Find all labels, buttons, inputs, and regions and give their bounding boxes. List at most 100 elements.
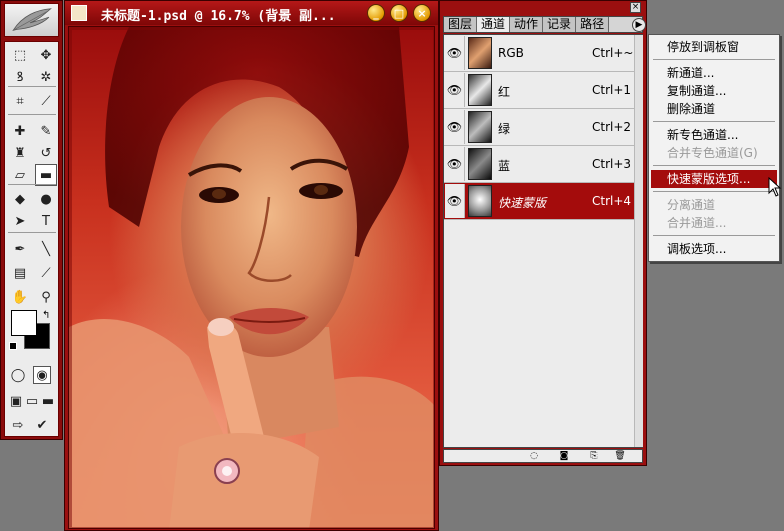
crop-tool-icon[interactable]: ⌗: [9, 90, 31, 112]
healing-brush-tool-icon[interactable]: ✚: [9, 120, 31, 142]
channel-name: 快速蒙版: [498, 196, 547, 210]
channel-row-quick-mask[interactable]: 👁 快速蒙版 Ctrl+4: [444, 183, 634, 220]
tab-actions[interactable]: 动作: [510, 17, 544, 32]
channel-row-blue[interactable]: 👁 蓝 Ctrl+3: [444, 146, 634, 183]
document-title: 未标题-1.psd @ 16.7% (背景 副...: [101, 9, 336, 24]
toolbox-palette: ⬚ ✥ ꝸ ✲ ⌗ ⟋ ✚ ✎ ♜ ↺ ▱ ▬ ◆ ● ➤ T ✒ ╲ ▤ ⟋ ✋ ⚲ ↰ ◯ ◉ ▣ ▭ ▬ ⇨ ✔: [0, 0, 63, 440]
visibility-eye-icon[interactable]: 👁: [445, 110, 465, 144]
edit-in-imageready-icon[interactable]: ✔: [33, 416, 51, 434]
document-icon: [71, 5, 87, 21]
panel-tabs: 图层 通道 动作 记录 路径: [443, 16, 643, 33]
panel-close-icon[interactable]: ×: [630, 2, 641, 13]
standard-mode-icon[interactable]: ◯: [9, 366, 27, 384]
lasso-tool-icon[interactable]: ꝸ: [9, 66, 31, 88]
swap-colors-icon[interactable]: ↰: [42, 310, 50, 321]
zoom-tool-icon[interactable]: ⚲: [35, 286, 57, 308]
channel-thumbnail: [468, 74, 492, 106]
portrait-image: [69, 27, 434, 528]
channel-thumbnail: [468, 111, 492, 143]
marquee-tool-icon[interactable]: ⬚: [9, 44, 31, 66]
channel-shortcut: Ctrl+4: [592, 194, 632, 208]
channel-shortcut: Ctrl+1: [592, 83, 632, 97]
foreground-color-swatch[interactable]: [11, 310, 37, 336]
menu-item[interactable]: 复制通道...: [651, 82, 777, 100]
minimize-button[interactable]: _: [367, 4, 385, 22]
menu-item[interactable]: 快速蒙版选项...: [651, 170, 777, 188]
magic-wand-tool-icon[interactable]: ✲: [35, 66, 57, 88]
channel-thumbnail: [468, 185, 492, 217]
visibility-eye-icon[interactable]: 👁: [445, 147, 465, 181]
tool-separator: [8, 86, 56, 87]
document-titlebar[interactable]: 未标题-1.psd @ 16.7% (背景 副... _ □ ×: [65, 1, 438, 25]
visibility-eye-icon[interactable]: 👁: [445, 73, 465, 107]
save-selection-icon[interactable]: ◙: [558, 451, 570, 462]
hand-tool-icon[interactable]: ✋: [9, 286, 31, 308]
menu-item: 合并专色通道(G): [667, 146, 758, 160]
menu-item[interactable]: 新专色通道...: [651, 126, 777, 144]
path-selection-tool-icon[interactable]: ➤: [9, 210, 31, 232]
blur-tool-icon[interactable]: ◆: [9, 188, 31, 210]
menu-item[interactable]: 删除通道: [651, 100, 777, 118]
channel-row-rgb[interactable]: 👁 RGB Ctrl+~: [444, 35, 634, 72]
visibility-eye-icon[interactable]: 👁: [445, 184, 465, 218]
menu-separator: [653, 121, 775, 122]
close-button[interactable]: ×: [413, 4, 431, 22]
document-window: 未标题-1.psd @ 16.7% (背景 副... _ □ ×: [64, 0, 439, 531]
new-channel-icon[interactable]: ⎘: [588, 451, 600, 462]
feather-logo[interactable]: [4, 3, 59, 37]
channel-name: 蓝: [498, 159, 511, 173]
dodge-tool-icon[interactable]: ●: [35, 188, 57, 210]
menu-item: 分离通道: [667, 198, 716, 212]
menu-item[interactable]: 调板选项...: [651, 240, 777, 258]
image-canvas[interactable]: [68, 26, 435, 529]
menu-item[interactable]: 新通道...: [651, 64, 777, 82]
delete-channel-icon[interactable]: 🗑: [614, 451, 626, 462]
channel-thumbnail: [468, 148, 492, 180]
channels-panel: × 图层 通道 动作 记录 路径 ▶ 👁 RGB Ctrl+~ 👁 红 Ctrl…: [439, 0, 647, 466]
panel-titlebar[interactable]: [440, 1, 646, 15]
eyedropper-tool-icon[interactable]: ⟋: [35, 262, 57, 284]
visibility-eye-icon[interactable]: 👁: [445, 36, 465, 70]
tool-grid: ⬚ ✥ ꝸ ✲ ⌗ ⟋ ✚ ✎ ♜ ↺ ▱ ▬ ◆ ● ➤ T ✒ ╲ ▤ ⟋ ✋ ⚲ ↰ ◯ ◉ ▣ ▭ ▬ ⇨ ✔: [4, 41, 59, 437]
channel-name: 绿: [498, 122, 511, 136]
channel-name: 红: [498, 85, 511, 99]
menu-item[interactable]: 停放到调板窗: [651, 38, 777, 56]
history-brush-tool-icon[interactable]: ↺: [35, 142, 57, 164]
channel-shortcut: Ctrl+3: [592, 157, 632, 171]
channel-thumbnail: [468, 37, 492, 69]
type-tool-icon[interactable]: T: [35, 210, 57, 232]
clone-stamp-tool-icon[interactable]: ♜: [9, 142, 31, 164]
maximize-button[interactable]: □: [390, 4, 408, 22]
jump-to-imageready-icon[interactable]: ⇨: [9, 416, 27, 434]
panel-footer: ◌ ◙ ⎘ 🗑: [443, 449, 643, 463]
pen-tool-icon[interactable]: ✒: [9, 238, 31, 260]
panel-menu-arrow-icon[interactable]: ▶: [632, 18, 646, 32]
brush-tool-icon[interactable]: ✎: [35, 120, 57, 142]
tool-separator: [8, 232, 56, 233]
channels-flyout-menu: 停放到调板窗 新通道... 复制通道... 删除通道新专色通道... 合并专色通道(G)…: [648, 34, 780, 262]
menu-separator: [653, 191, 775, 192]
tab-paths[interactable]: 路径: [576, 17, 610, 32]
move-tool-icon[interactable]: ✥: [35, 44, 57, 66]
channel-list: 👁 RGB Ctrl+~ 👁 红 Ctrl+1 👁 绿 Ctrl+2 👁 蓝 C…: [443, 34, 643, 448]
tab-history[interactable]: 记录: [543, 17, 577, 32]
default-colors-icon[interactable]: [9, 342, 17, 350]
quick-mask-mode-icon[interactable]: ◉: [33, 366, 51, 384]
channel-row-red[interactable]: 👁 红 Ctrl+1: [444, 72, 634, 109]
tool-separator: [8, 114, 56, 115]
eyedropper-slice-tool-icon[interactable]: ⟋: [35, 90, 57, 112]
tab-channels[interactable]: 通道: [477, 17, 511, 32]
load-selection-icon[interactable]: ◌: [528, 451, 540, 462]
gradient-tool-icon[interactable]: ▬: [35, 164, 57, 186]
channel-shortcut: Ctrl+~: [592, 46, 634, 60]
channel-row-green[interactable]: 👁 绿 Ctrl+2: [444, 109, 634, 146]
panel-scrollbar[interactable]: [634, 35, 643, 447]
notes-tool-icon[interactable]: ▤: [9, 262, 31, 284]
tab-layers[interactable]: 图层: [444, 17, 478, 32]
mouse-cursor-icon: [768, 177, 782, 197]
screen-mode-full-icon[interactable]: ▬: [39, 392, 57, 410]
menu-item: 合并通道...: [667, 216, 727, 230]
line-tool-icon[interactable]: ╲: [35, 238, 57, 260]
eraser-tool-icon[interactable]: ▱: [9, 164, 31, 186]
menu-separator: [653, 165, 775, 166]
